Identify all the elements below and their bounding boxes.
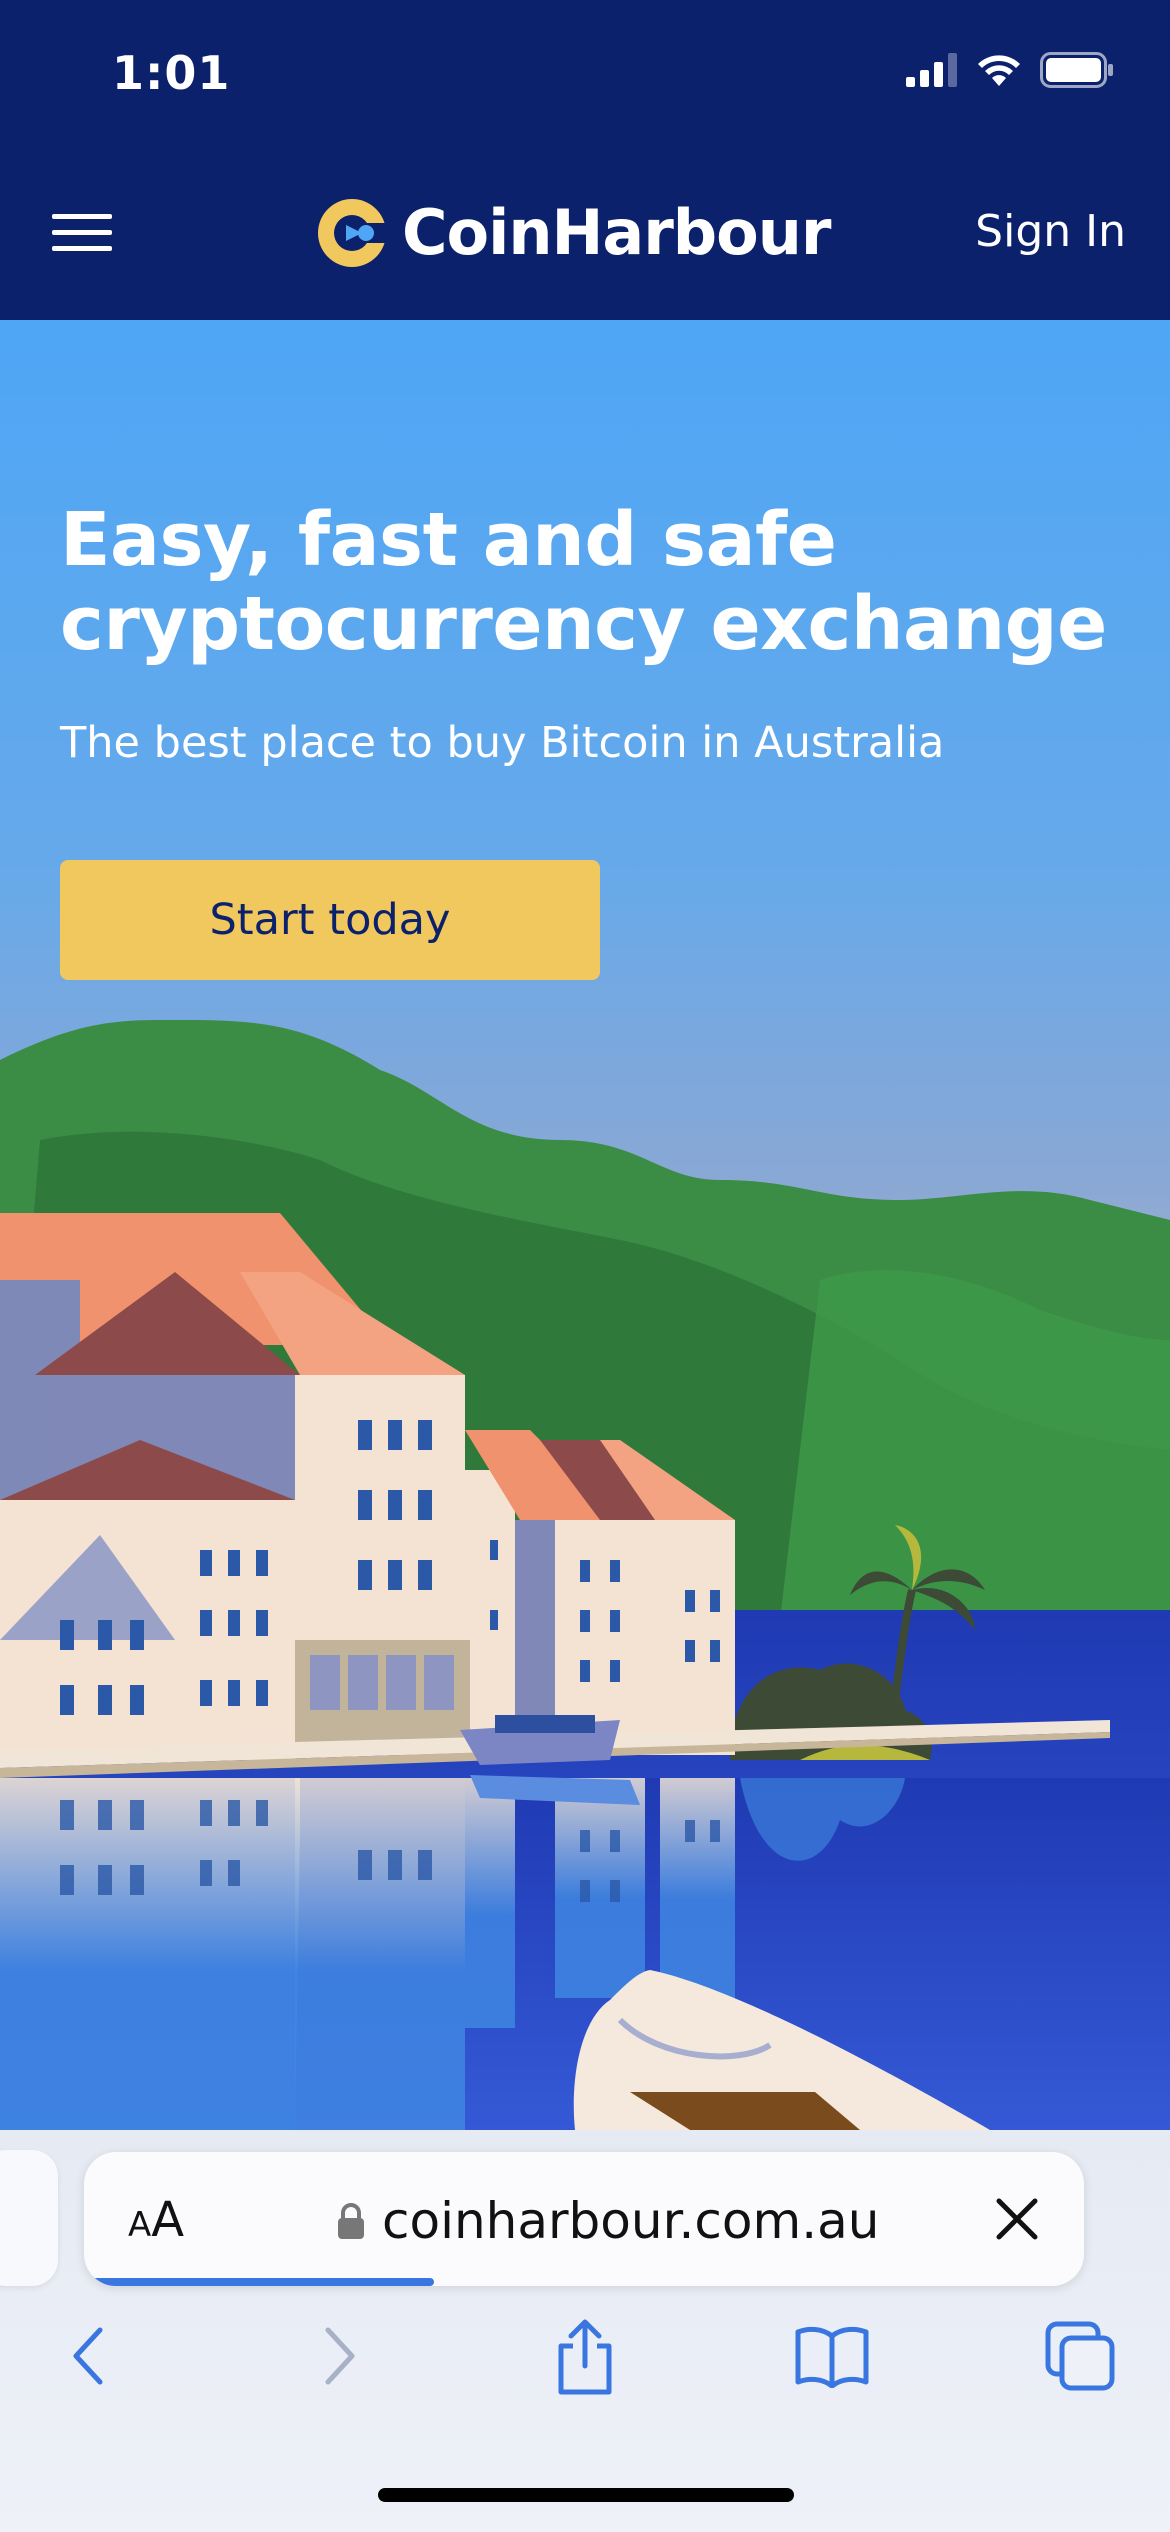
back-icon[interactable] [38, 2306, 138, 2406]
home-indicator[interactable] [378, 2488, 794, 2502]
browser-toolbar-area: AA coinharbour.com.au [0, 2130, 1170, 2532]
text-size-icon[interactable]: AA [128, 2192, 184, 2248]
start-today-button[interactable]: Start today [60, 860, 600, 980]
address-bar[interactable]: AA coinharbour.com.au [84, 2152, 1084, 2286]
lock-icon [338, 2203, 364, 2239]
hero-subtitle: The best place to buy Bitcoin in Austral… [60, 718, 945, 768]
hero-title: Easy, fast and safe cryptocurrency excha… [60, 497, 1107, 667]
sign-in-link[interactable]: Sign In [975, 206, 1126, 257]
text-size-small-label: A [128, 2205, 152, 2245]
close-icon[interactable] [994, 2196, 1040, 2242]
hamburger-menu-icon[interactable] [52, 214, 112, 254]
site-header: CoinHarbour Sign In [0, 150, 1170, 320]
url-text: coinharbour.com.au [382, 2192, 880, 2250]
previous-tab-preview[interactable] [0, 2150, 58, 2286]
brand-logo[interactable]: CoinHarbour [316, 196, 831, 269]
url-display[interactable]: coinharbour.com.au [336, 2192, 879, 2250]
tabs-icon[interactable] [1030, 2306, 1130, 2406]
share-icon[interactable] [535, 2306, 635, 2406]
page-load-progress [84, 2278, 434, 2286]
hero-section: Easy, fast and safe cryptocurrency excha… [0, 320, 1170, 2130]
status-bar: 1:01 [0, 0, 1170, 150]
status-time: 1:01 [112, 46, 231, 100]
browser-bottom-toolbar [0, 2306, 1170, 2426]
brand-name: CoinHarbour [402, 196, 831, 269]
coinharbour-logo-icon [318, 198, 388, 267]
battery-icon [1040, 52, 1113, 88]
text-size-large-label: A [151, 2192, 185, 2248]
bookmarks-icon[interactable] [782, 2306, 882, 2406]
wifi-icon [978, 55, 1020, 86]
status-icons [906, 52, 1114, 88]
cellular-signal-icon [906, 53, 957, 87]
forward-icon[interactable] [290, 2306, 390, 2406]
